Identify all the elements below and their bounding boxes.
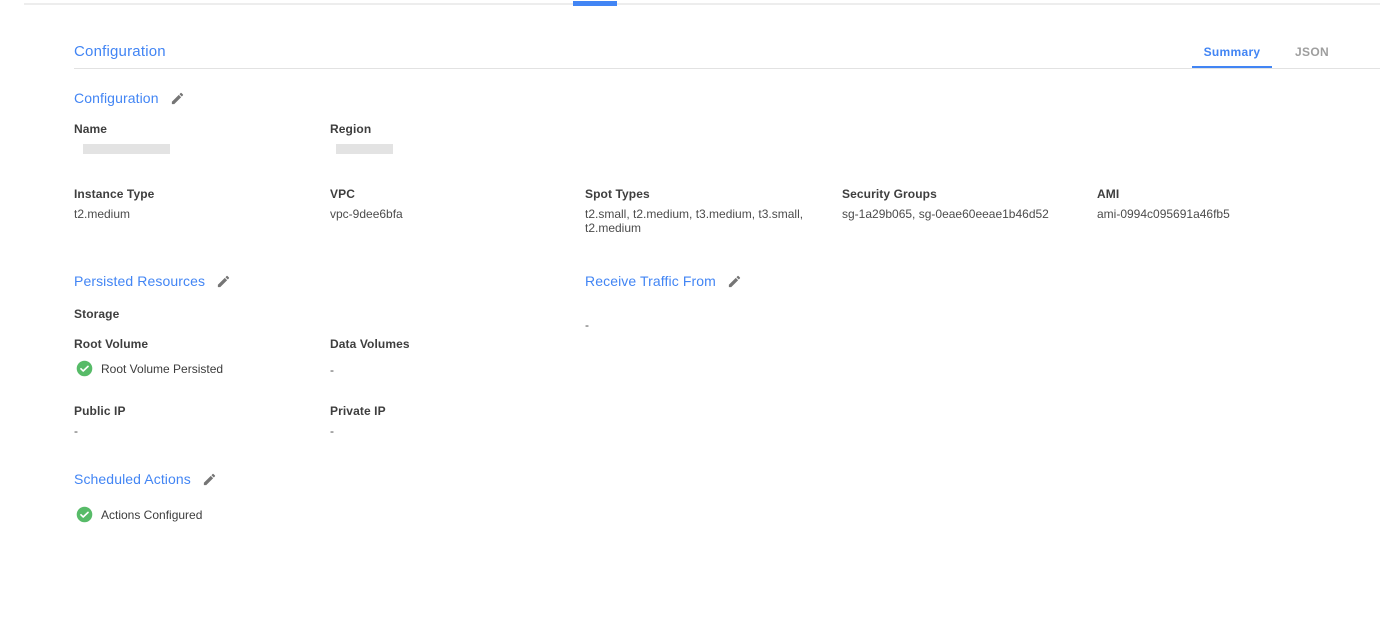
instance-type-label: Instance Type [74, 187, 314, 201]
receive-traffic-value: - [585, 318, 589, 332]
check-circle-icon [76, 506, 93, 523]
top-tabbar-divider [24, 3, 1380, 5]
configuration-section-title: Configuration [74, 90, 159, 106]
scheduled-actions-section-heading: Scheduled Actions [74, 471, 217, 487]
spot-types-value: t2.small, t2.medium, t3.medium, t3.small… [585, 207, 815, 235]
security-groups-label: Security Groups [842, 187, 1087, 201]
data-volumes-label: Data Volumes [330, 337, 410, 351]
vpc-value: vpc-9dee6bfa [330, 207, 570, 221]
header-divider [74, 68, 1380, 69]
region-label: Region [330, 122, 570, 136]
edit-pencil-icon[interactable] [216, 274, 231, 289]
field-name: Name [74, 122, 314, 154]
spot-types-label: Spot Types [585, 187, 815, 201]
private-ip-value: - [330, 424, 334, 438]
top-active-tab-indicator [573, 1, 617, 6]
field-ami: AMI ami-0994c095691a46fb5 [1097, 187, 1337, 221]
data-volumes-value: - [330, 363, 334, 377]
receive-traffic-section-heading: Receive Traffic From [585, 273, 742, 289]
root-volume-status-row: Root Volume Persisted [76, 360, 223, 377]
field-security-groups: Security Groups sg-1a29b065, sg-0eae60ee… [842, 187, 1087, 221]
private-ip-label: Private IP [330, 404, 386, 418]
receive-traffic-title: Receive Traffic From [585, 273, 716, 289]
page-title: Configuration [74, 43, 166, 60]
scheduled-actions-title: Scheduled Actions [74, 471, 191, 487]
ami-value: ami-0994c095691a46fb5 [1097, 207, 1337, 221]
persisted-resources-title: Persisted Resources [74, 273, 205, 289]
storage-label: Storage [74, 307, 119, 321]
tab-json[interactable]: JSON [1282, 45, 1342, 65]
scheduled-actions-status-row: Actions Configured [76, 506, 202, 523]
name-value-redacted [83, 144, 170, 154]
tab-summary[interactable]: Summary [1192, 45, 1272, 65]
region-value-redacted [336, 144, 393, 154]
persisted-resources-section-heading: Persisted Resources [74, 273, 231, 289]
edit-pencil-icon[interactable] [727, 274, 742, 289]
scheduled-actions-status-text: Actions Configured [101, 508, 202, 522]
public-ip-label: Public IP [74, 404, 126, 418]
edit-pencil-icon[interactable] [170, 91, 185, 106]
name-label: Name [74, 122, 314, 136]
public-ip-value: - [74, 424, 78, 438]
configuration-section-heading: Configuration [74, 90, 185, 106]
field-spot-types: Spot Types t2.small, t2.medium, t3.mediu… [585, 187, 815, 235]
field-instance-type: Instance Type t2.medium [74, 187, 314, 221]
field-region: Region [330, 122, 570, 154]
field-vpc: VPC vpc-9dee6bfa [330, 187, 570, 221]
security-groups-value: sg-1a29b065, sg-0eae60eeae1b46d52 [842, 207, 1087, 221]
edit-pencil-icon[interactable] [202, 472, 217, 487]
root-volume-label: Root Volume [74, 337, 148, 351]
ami-label: AMI [1097, 187, 1337, 201]
vpc-label: VPC [330, 187, 570, 201]
instance-type-value: t2.medium [74, 207, 314, 221]
check-circle-icon [76, 360, 93, 377]
configuration-summary-page: Configuration Summary JSON Configuration… [0, 0, 1380, 631]
root-volume-status-text: Root Volume Persisted [101, 362, 223, 376]
